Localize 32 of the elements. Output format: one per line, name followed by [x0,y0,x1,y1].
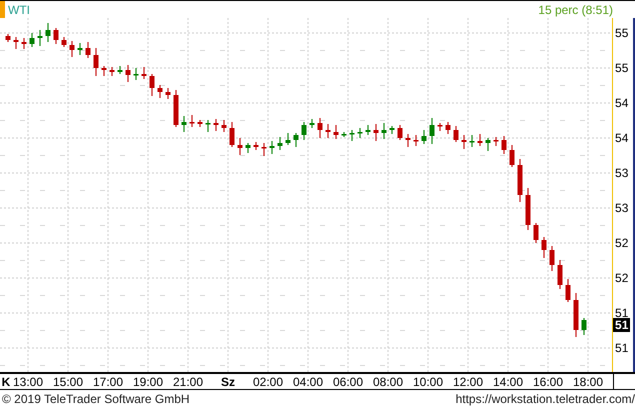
price-axis-label: 51 [615,341,628,355]
time-axis-label: 19:00 [132,375,164,389]
price-axis-label: 53 [615,166,628,180]
price-axis-label: 54 [615,96,628,110]
price-axis-label: 55 [615,26,628,40]
copyright-text: © 2019 TeleTrader Software GmbH [2,392,190,406]
time-axis-label: 14:00 [492,375,524,389]
price-axis-label: 53 [615,201,628,215]
time-axis-label: 16:00 [532,375,564,389]
time-axis-label: 13:00 [12,375,44,389]
time-axis-label: 18:00 [572,375,604,389]
symbol-label: WTI [8,2,30,16]
time-axis-label: 12:00 [452,375,484,389]
price-axis-label: 51 [615,306,628,320]
time-axis-label: 15:00 [52,375,84,389]
time-axis-label: Sz [221,375,235,389]
last-price-label: 51 [613,318,630,332]
website-link[interactable]: https://workstation.teletrader.com/ [456,392,635,406]
time-axis-label: K [2,375,10,389]
time-axis-label: 10:00 [412,375,444,389]
time-axis-label: 17:00 [92,375,124,389]
time-axis-label: 04:00 [292,375,324,389]
symbol-marker [0,1,5,18]
time-axis-label: 06:00 [332,375,364,389]
price-axis-label: 55 [615,61,628,75]
price-axis-label: 54 [615,131,628,145]
price-axis-label: 52 [615,271,628,285]
interval-label: 15 perc (8:51) [538,2,613,16]
time-axis-label: 02:00 [252,375,284,389]
price-axis-label: 52 [615,236,628,250]
time-axis-label: 21:00 [172,375,204,389]
time-axis-label: 08:00 [372,375,404,389]
